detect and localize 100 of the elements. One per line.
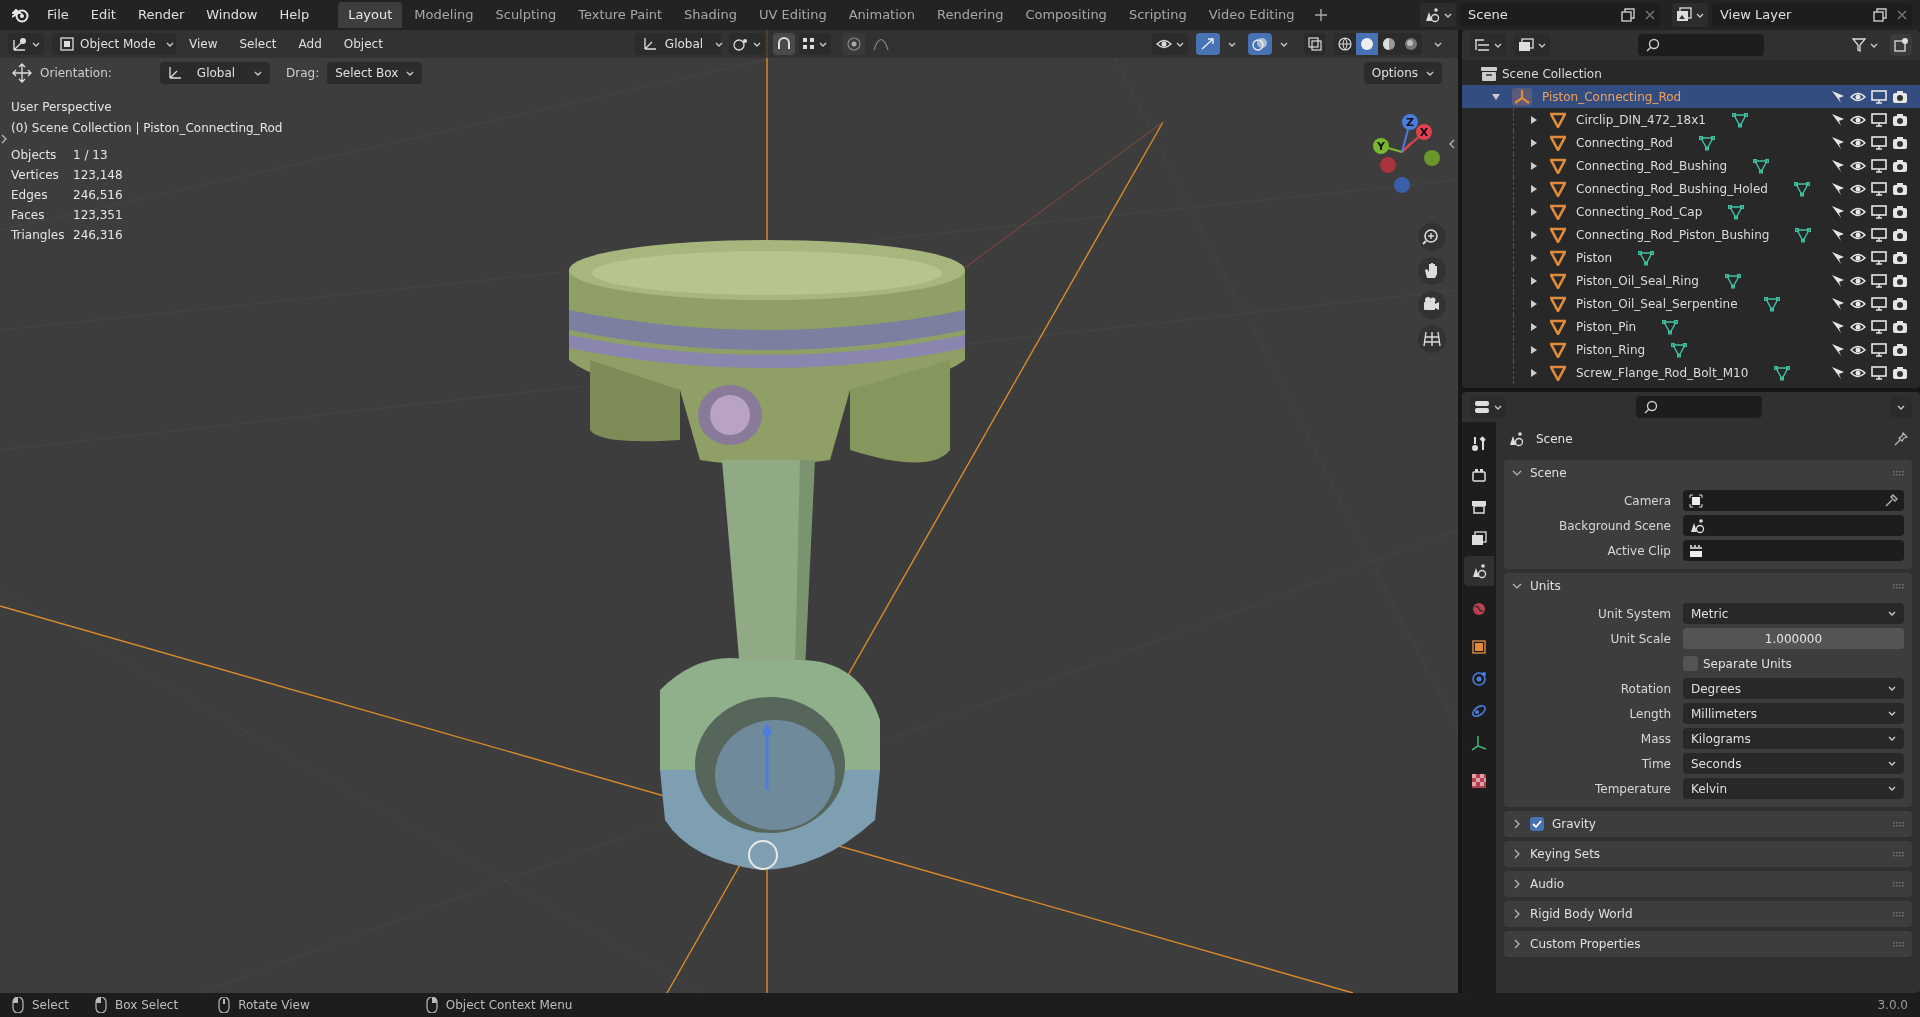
drag-handle-icon[interactable] (1893, 881, 1904, 887)
drag-handle-icon[interactable] (1893, 470, 1904, 476)
navigation-button[interactable] (1418, 223, 1446, 251)
object-field[interactable] (1683, 490, 1904, 511)
mesh-data-icon[interactable] (1795, 226, 1812, 243)
caret-icon[interactable] (1434, 41, 1442, 47)
outliner-row[interactable]: Connecting_Rod_Bushing (1462, 154, 1920, 177)
menu-item[interactable]: View (180, 33, 227, 55)
object-field[interactable] (1683, 515, 1904, 536)
workspace-tab[interactable]: Animation (838, 2, 925, 28)
panel-header[interactable]: Scene (1504, 460, 1912, 486)
camera-icon[interactable] (1892, 181, 1908, 196)
collection-name[interactable]: Scene Collection (1502, 64, 1602, 83)
expand-triangle-icon[interactable] (1530, 184, 1538, 193)
cursor-icon[interactable] (1831, 319, 1845, 334)
menu-item[interactable]: Edit (81, 3, 125, 27)
close-icon[interactable] (1644, 9, 1656, 21)
expand-triangle-icon[interactable] (1530, 299, 1538, 308)
expand-triangle-icon[interactable] (1530, 276, 1538, 285)
axis-handle-icon[interactable] (1380, 157, 1396, 173)
cursor-icon[interactable] (1831, 181, 1845, 196)
expand-triangle-icon[interactable] (1530, 368, 1538, 377)
mesh-data-icon[interactable] (1763, 295, 1780, 312)
object-name[interactable]: Connecting_Rod_Bushing (1576, 156, 1728, 175)
monitor-icon[interactable] (1871, 204, 1887, 219)
drag-handle-icon[interactable] (1893, 821, 1904, 827)
camera-icon[interactable] (1892, 227, 1908, 242)
xray-button[interactable] (1304, 33, 1326, 55)
axis-handle[interactable]: X (1416, 124, 1432, 140)
app-logo-icon[interactable] (12, 7, 30, 23)
proportional-edit-button[interactable] (842, 33, 865, 55)
panel-header[interactable]: Rigid Body World (1504, 901, 1912, 927)
monitor-icon[interactable] (1871, 342, 1887, 357)
monitor-icon[interactable] (1871, 319, 1887, 334)
workspace-tab[interactable]: Modeling (404, 2, 484, 28)
outliner-row[interactable]: Connecting_Rod (1462, 131, 1920, 154)
monitor-icon[interactable] (1871, 89, 1887, 104)
object-name[interactable]: Piston_Oil_Seal_Serpentine (1576, 294, 1738, 313)
object-name[interactable]: Circlip_DIN_472_18x1 (1576, 110, 1706, 129)
panel-header[interactable]: Units (1504, 573, 1912, 599)
menu-item[interactable]: Add (289, 33, 331, 55)
cursor-icon[interactable] (1831, 227, 1845, 242)
panel-header[interactable]: Custom Properties (1504, 931, 1912, 957)
cursor-icon[interactable] (1831, 112, 1845, 127)
camera-icon[interactable] (1892, 342, 1908, 357)
camera-icon[interactable] (1892, 273, 1908, 288)
dropdown[interactable]: Kilograms (1683, 728, 1904, 749)
camera-icon[interactable] (1892, 158, 1908, 173)
mesh-data-icon[interactable] (1638, 249, 1655, 266)
outliner-row[interactable]: Connecting_Rod_Piston_Bushing (1462, 223, 1920, 246)
outliner-row[interactable]: Screw_Flange_Rod_Bolt_M10 (1462, 361, 1920, 384)
camera-icon[interactable] (1892, 365, 1908, 380)
object-name[interactable]: Piston_Pin (1576, 317, 1637, 336)
expand-triangle-icon[interactable] (1530, 161, 1538, 170)
expand-triangle-icon[interactable] (1530, 345, 1538, 354)
mode-dropdown[interactable]: Object Mode (52, 33, 176, 55)
checkbox[interactable] (1530, 817, 1544, 831)
panel-header[interactable]: Keying Sets (1504, 841, 1912, 867)
mesh-data-icon[interactable] (1774, 364, 1791, 381)
monitor-icon[interactable] (1871, 250, 1887, 265)
outliner-row[interactable]: Piston_Ring (1462, 338, 1920, 361)
dropdown[interactable]: Seconds (1683, 753, 1904, 774)
monitor-icon[interactable] (1871, 227, 1887, 242)
object-name[interactable]: Screw_Flange_Rod_Bolt_M10 (1576, 363, 1749, 382)
new-collection-button[interactable] (1890, 34, 1912, 56)
menu-item[interactable]: Window (197, 3, 267, 27)
options-button[interactable] (1890, 396, 1912, 418)
cursor-icon[interactable] (1831, 89, 1845, 104)
outliner-row[interactable]: Piston_Oil_Seal_Ring (1462, 269, 1920, 292)
cursor-icon[interactable] (1831, 250, 1845, 265)
object-name[interactable]: Piston_Oil_Seal_Ring (1576, 271, 1699, 290)
menu-item[interactable]: File (38, 3, 78, 27)
expand-triangle-icon[interactable] (1530, 138, 1538, 147)
cursor-icon[interactable] (1831, 158, 1845, 173)
expand-triangle-icon[interactable] (1530, 230, 1538, 239)
object-name[interactable]: Piston_Connecting_Rod (1542, 87, 1682, 106)
panel-header[interactable]: Gravity (1504, 811, 1912, 837)
dropdown[interactable]: Degrees (1683, 678, 1904, 699)
outliner-row[interactable]: Connecting_Rod_Cap (1462, 200, 1920, 223)
axis-handle-icon[interactable] (1424, 150, 1440, 166)
visibility-button[interactable] (1152, 33, 1188, 55)
mesh-data-icon[interactable] (1731, 111, 1748, 128)
object-name[interactable]: Connecting_Rod (1576, 133, 1673, 152)
transform-orientation-dropdown[interactable]: Global (634, 33, 721, 55)
drag-handle-icon[interactable] (1893, 941, 1904, 947)
cursor-icon[interactable] (1831, 273, 1845, 288)
editor-type-button[interactable] (1470, 34, 1506, 56)
camera-icon[interactable] (1892, 112, 1908, 127)
gizmo-toggle-button[interactable] (1196, 33, 1220, 55)
collapse-triangle-icon[interactable] (1492, 92, 1500, 101)
workspace-tab[interactable]: Texture Paint (568, 2, 673, 28)
orientation-dropdown[interactable]: Global (160, 62, 270, 84)
falloff-curve-icon[interactable] (872, 37, 889, 51)
search-field[interactable] (1638, 34, 1764, 56)
checkbox[interactable]: Separate Units (1683, 654, 1792, 673)
expand-triangle-icon[interactable] (1530, 253, 1538, 262)
selector-button[interactable] (1672, 3, 1708, 27)
object-field[interactable] (1683, 540, 1904, 561)
outliner-row[interactable]: Piston_Connecting_Rod (1462, 85, 1920, 108)
mesh-data-icon[interactable] (1724, 272, 1741, 289)
